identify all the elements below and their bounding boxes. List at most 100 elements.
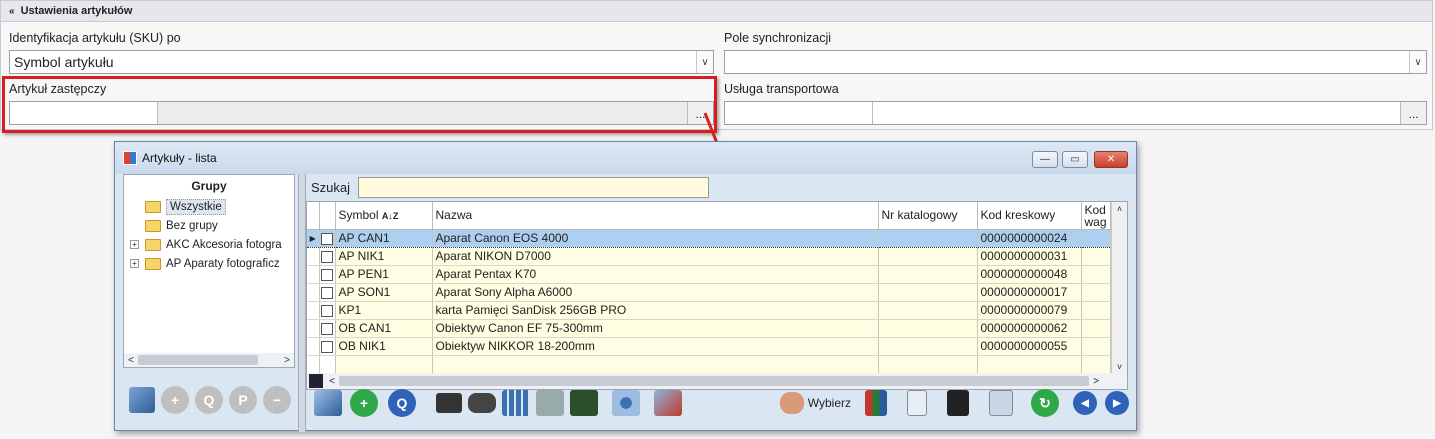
print-icon[interactable] xyxy=(436,393,462,413)
cell-chk[interactable] xyxy=(319,228,336,248)
tree-item[interactable]: + AP Aparaty fotograficz xyxy=(124,254,294,273)
cell-chk[interactable] xyxy=(319,301,336,320)
window-title: Artykuły - lista xyxy=(142,151,217,165)
table-row[interactable]: KP1 karta Pamięci SanDisk 256GB PRO 000000… xyxy=(307,301,1111,320)
next-icon[interactable]: ▶ xyxy=(1105,391,1129,415)
p-group-icon[interactable]: P xyxy=(229,386,257,414)
row-checkbox[interactable] xyxy=(321,304,333,317)
col-name-header[interactable]: Nazwa xyxy=(432,202,879,230)
minimize-button[interactable]: — xyxy=(1032,151,1058,168)
copy-icon[interactable] xyxy=(989,390,1013,416)
cell-symbol: OB NIK1 xyxy=(335,337,433,356)
table-row[interactable] xyxy=(307,355,1111,374)
filter-icon[interactable] xyxy=(536,390,564,416)
row-checkbox[interactable] xyxy=(321,268,333,281)
sum-icon[interactable] xyxy=(570,390,598,416)
cell-ind xyxy=(307,265,320,284)
cell-barcode: 0000000000031 xyxy=(977,247,1082,266)
transport-code-input[interactable] xyxy=(725,102,873,124)
cell-extra xyxy=(1081,265,1111,284)
articles-table: Symbol A↓Z Nazwa Nr katalogowy Kod kresk… xyxy=(307,202,1111,374)
search-icon[interactable]: Q xyxy=(388,389,416,417)
cell-name xyxy=(432,355,879,374)
table-row[interactable]: AP SON1 Aparat Sony Alpha A6000 0000000000… xyxy=(307,283,1111,302)
scroll-down-icon[interactable]: ˅ xyxy=(1117,362,1122,372)
groups-hscrollbar[interactable]: < > xyxy=(124,353,294,367)
cell-chk[interactable] xyxy=(319,355,336,374)
search-group-icon[interactable]: Q xyxy=(195,386,223,414)
expand-icon[interactable]: + xyxy=(130,240,139,249)
table-row[interactable]: OB NIK1 Obiektyw NIKKOR 18-200mm 000000000… xyxy=(307,337,1111,356)
maximize-button[interactable]: ▭ xyxy=(1062,151,1088,168)
save-icon[interactable] xyxy=(947,390,969,416)
add-group-icon[interactable]: + xyxy=(161,386,189,414)
expand-icon[interactable]: + xyxy=(130,259,139,268)
col-barcode-header[interactable]: Kod kreskowy xyxy=(977,202,1082,230)
cell-ind xyxy=(307,319,320,338)
cell-extra xyxy=(1081,228,1111,248)
tree-item[interactable]: + AKC Akcesoria fotogra xyxy=(124,235,294,254)
transport-picker[interactable]: ... xyxy=(724,101,1427,125)
maximize-icon: ▭ xyxy=(1070,154,1080,165)
row-checkbox[interactable] xyxy=(321,340,333,353)
cell-catalog xyxy=(878,265,978,284)
table-row[interactable]: ▶ AP CAN1 Aparat Canon EOS 4000 00000000000… xyxy=(307,228,1111,248)
columns-icon[interactable] xyxy=(502,390,530,416)
cell-chk[interactable] xyxy=(319,265,336,284)
col-kod-header[interactable]: Kod wag xyxy=(1081,202,1111,230)
close-button[interactable]: ✕ xyxy=(1094,151,1128,168)
cell-name: Aparat Pentax K70 xyxy=(432,265,879,284)
row-checkbox[interactable] xyxy=(321,322,333,335)
cell-chk[interactable] xyxy=(319,319,336,338)
cell-extra xyxy=(1081,301,1111,320)
cell-chk[interactable] xyxy=(319,247,336,266)
scroll-up-icon[interactable]: ˄ xyxy=(1117,204,1122,214)
tree-item-label: Bez grupy xyxy=(166,219,218,232)
window-titlebar[interactable]: Artykuły - lista xyxy=(115,142,1136,174)
row-checkbox[interactable] xyxy=(321,286,333,299)
chevron-down-icon[interactable]: ∨ xyxy=(1409,51,1426,73)
add-icon[interactable]: + xyxy=(350,389,378,417)
document-icon[interactable] xyxy=(907,390,927,416)
tree-item[interactable]: Bez grupy xyxy=(124,216,294,235)
table-row[interactable]: AP NIK1 Aparat NIKON D7000 0000000000031 xyxy=(307,247,1111,266)
remove-group-icon[interactable]: − xyxy=(263,386,291,414)
groups-list-icon[interactable] xyxy=(129,387,155,413)
col-symbol-label: Symbol xyxy=(338,208,379,223)
open-icon[interactable] xyxy=(314,390,342,416)
hand-icon xyxy=(779,392,804,414)
sync-select[interactable]: ∨ xyxy=(724,50,1427,74)
collapse-chevron-icon[interactable]: « xyxy=(9,6,15,17)
row-checkbox[interactable] xyxy=(321,250,333,263)
bar-chart-icon[interactable] xyxy=(865,390,887,416)
search-input[interactable] xyxy=(358,177,710,198)
cell-chk[interactable] xyxy=(319,337,336,356)
scroll-right-icon[interactable]: > xyxy=(280,355,294,366)
sku-select[interactable]: Symbol artykułu ∨ xyxy=(9,50,714,74)
previous-icon[interactable]: ◀ xyxy=(1073,391,1097,415)
grid-vscrollbar[interactable]: ˄ ˅ xyxy=(1111,202,1127,374)
transport-browse-button[interactable]: ... xyxy=(1400,102,1426,124)
chevron-down-icon[interactable]: ∨ xyxy=(696,51,713,73)
table-row[interactable]: OB CAN1 Obiektyw Canon EF 75-300mm 0000000… xyxy=(307,319,1111,338)
section-header[interactable]: « Ustawienia artykułów xyxy=(0,0,1433,22)
chart-icon[interactable] xyxy=(654,390,682,416)
sort-az-icon: A↓Z xyxy=(381,211,399,222)
col-catalog-header[interactable]: Nr katalogowy xyxy=(878,202,978,230)
cell-extra xyxy=(1081,247,1111,266)
settings-icon[interactable] xyxy=(612,390,640,416)
scroll-left-icon[interactable]: < xyxy=(124,355,138,366)
tree-item-label: Wszystkie xyxy=(166,198,226,215)
cell-chk[interactable] xyxy=(319,283,336,302)
binoculars-icon[interactable] xyxy=(468,393,496,413)
cell-name: karta Pamięci SanDisk 256GB PRO xyxy=(432,301,879,320)
row-checkbox[interactable] xyxy=(321,232,333,245)
col-symbol-header[interactable]: Symbol A↓Z xyxy=(335,202,433,230)
refresh-icon[interactable]: ↻ xyxy=(1031,389,1059,417)
tree-item[interactable]: Wszystkie xyxy=(124,197,294,216)
scroll-thumb[interactable] xyxy=(138,355,258,365)
cell-ind xyxy=(307,355,320,374)
table-row[interactable]: AP PEN1 Aparat Pentax K70 0000000000048 xyxy=(307,265,1111,284)
panel-splitter[interactable] xyxy=(298,174,306,432)
select-button[interactable]: Wybierz xyxy=(779,392,851,414)
